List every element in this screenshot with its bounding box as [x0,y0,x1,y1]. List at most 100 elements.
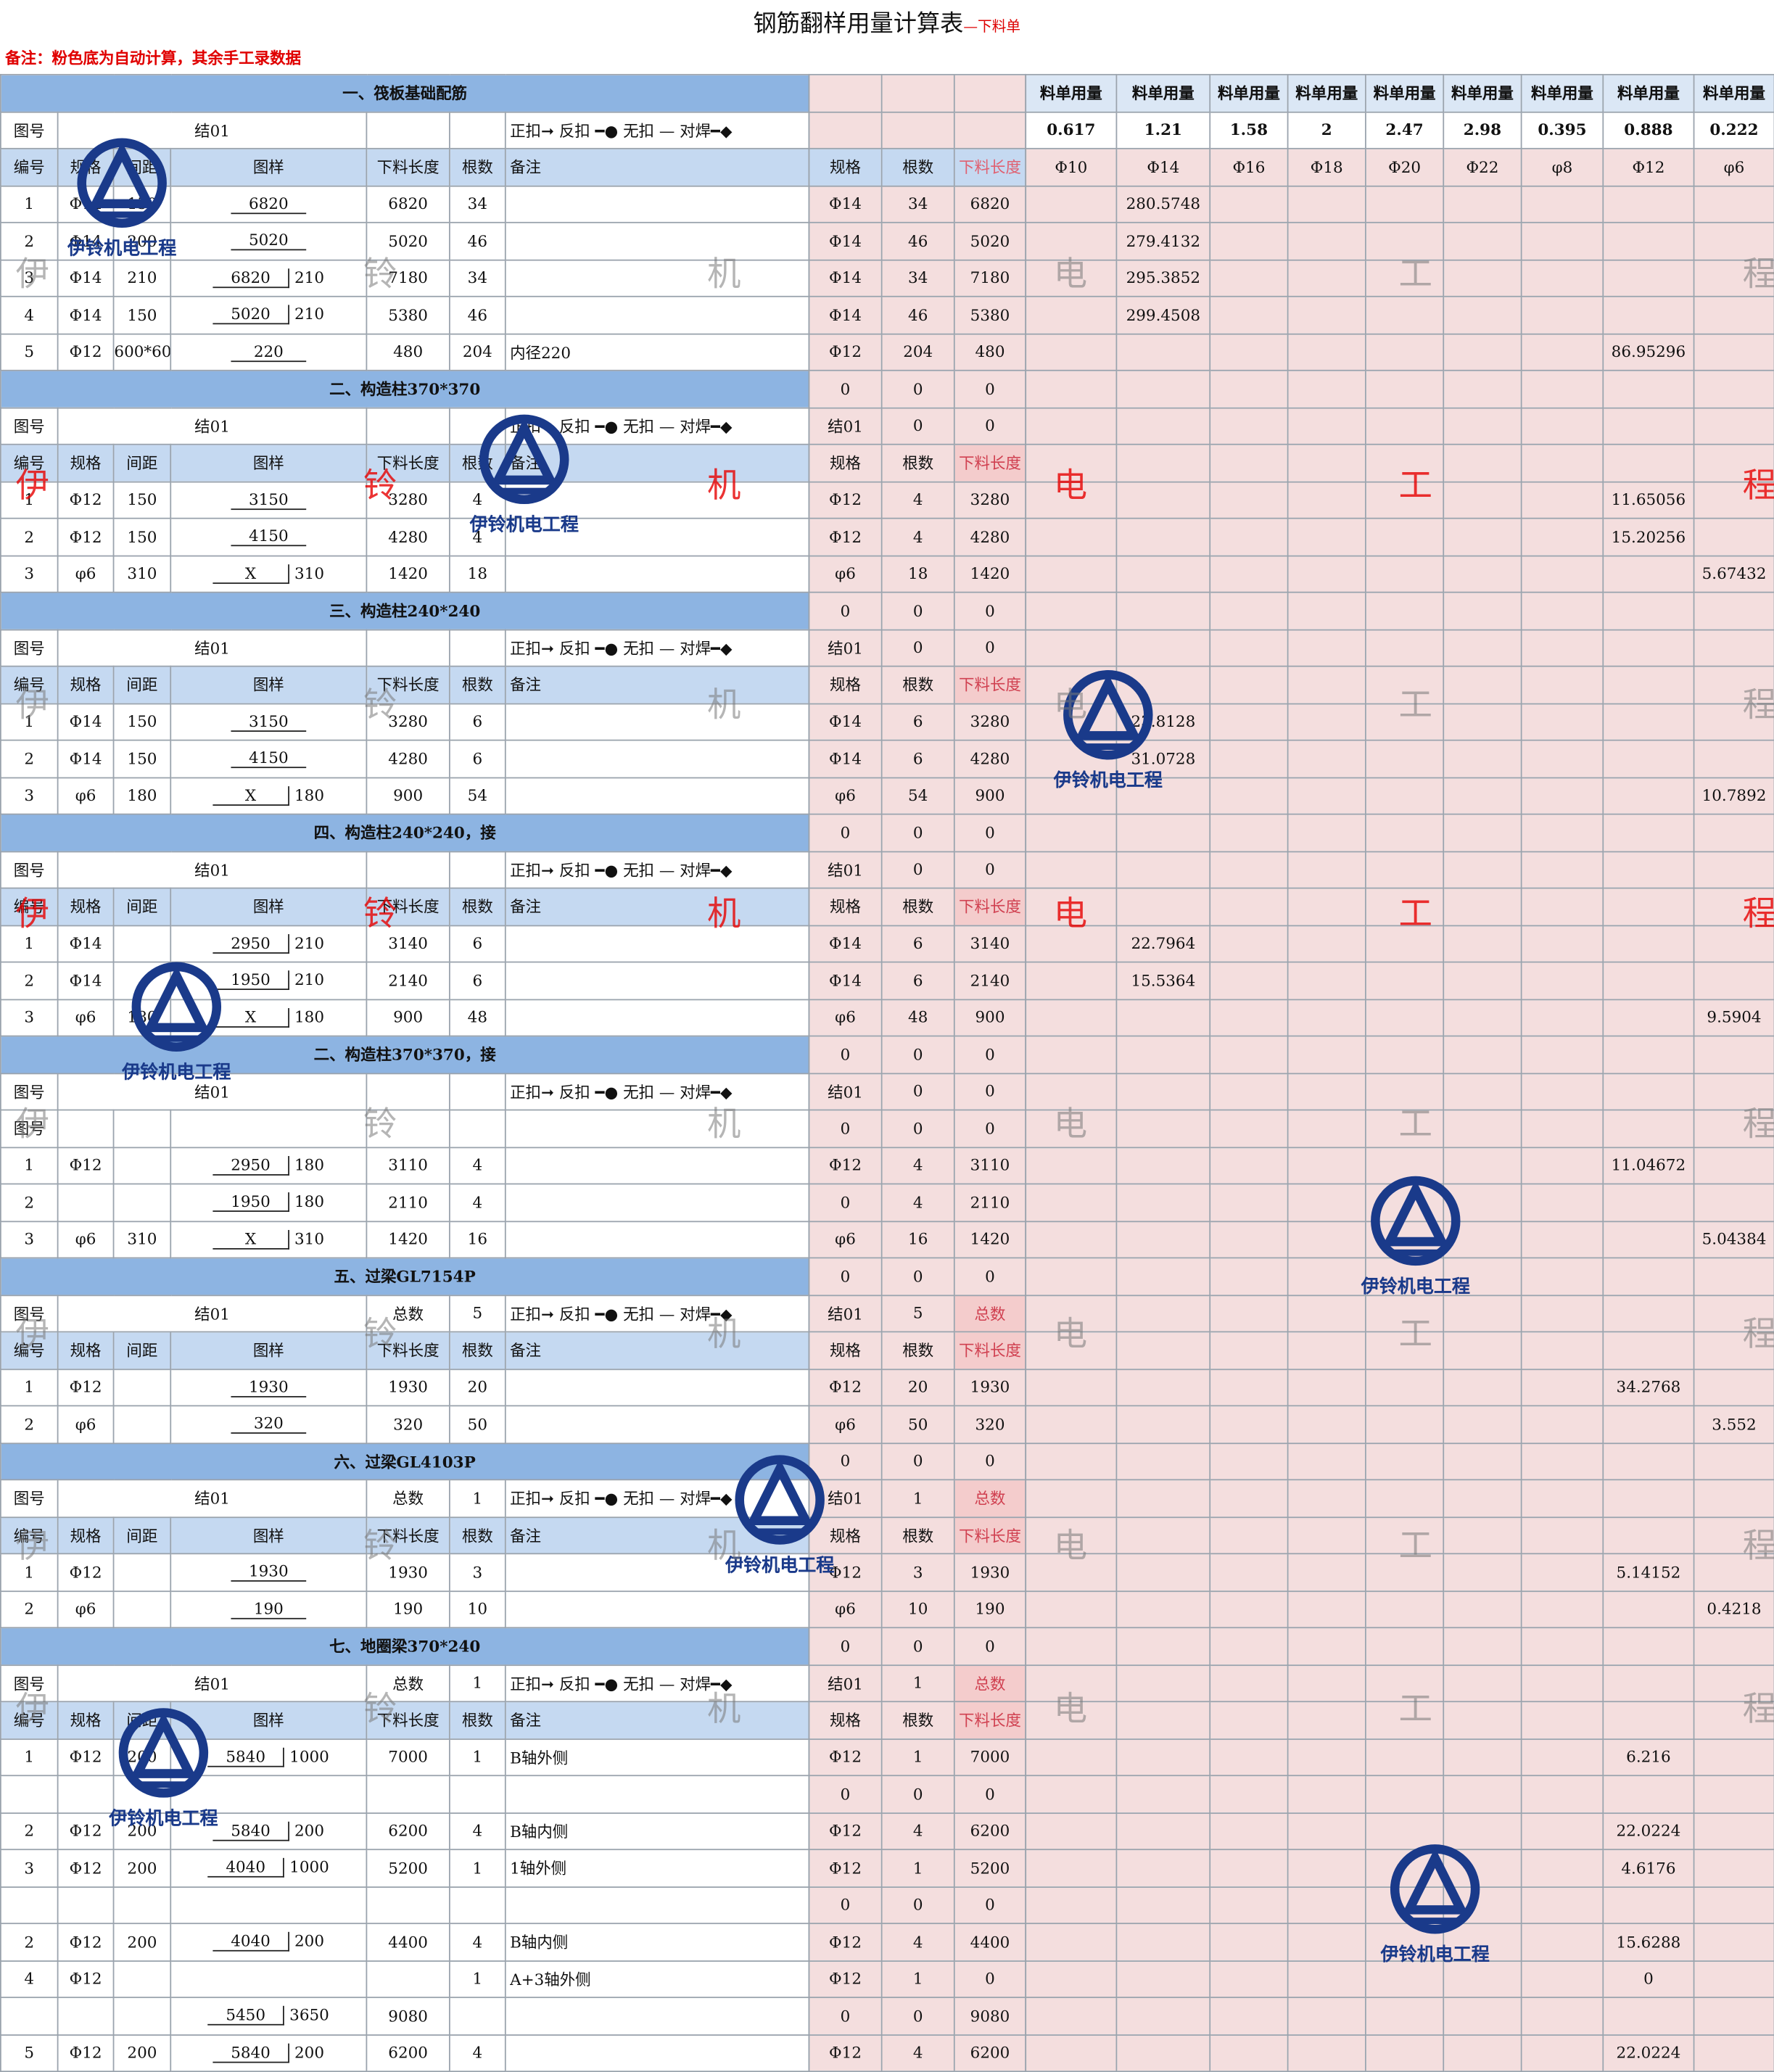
usage-row-1 [1115,1035,1211,1074]
mid-total-label: 总数 [953,1664,1027,1703]
column-header: 图样 [170,147,368,186]
row-count: 3 [448,1553,506,1592]
mid-header: 根数 [880,665,955,704]
mid-header: 根数 [880,1701,955,1740]
column-header: 备注 [504,665,810,704]
usage-row-0 [1025,1220,1118,1259]
usage-row-4 [1365,295,1445,334]
mid-count: 1 [880,1738,955,1777]
usage-row-6 [1520,591,1604,630]
mid-spec: Φ12 [808,517,883,556]
usage-row-1 [1115,1146,1211,1185]
row-shape: 1930 [170,1553,368,1592]
row-note [504,1553,810,1592]
mid-header: 规格 [808,443,883,482]
usage-row [1025,1997,1774,2036]
usage-row-5 [1443,221,1522,260]
row-length: 4400 [366,1923,450,1962]
row-shape: 5840 200 [170,1812,368,1851]
usage-row-6 [1520,517,1604,556]
usage-row-1: 280.5748 [1115,184,1211,223]
usage-row-0 [1025,998,1118,1037]
row-length: 190 [366,1590,450,1629]
usage-row-8 [1693,369,1774,408]
mid-data-row: φ6 54 900 [808,776,1027,815]
row-no: 2 [0,517,59,556]
drawing-no-label: 图号 [0,1109,59,1148]
usage-row: 0.4218 [1025,1590,1774,1629]
usage-row-1 [1115,517,1211,556]
usage-row-4 [1365,1479,1445,1518]
row-spec: Φ12 [57,2034,115,2072]
usage-row-6 [1520,1923,1604,1962]
blank [448,1109,506,1148]
usage-row-4 [1365,850,1445,889]
mid-data-row: 000 [808,1775,1027,1814]
usage-row-3 [1287,628,1366,667]
row-shape [170,1886,368,1925]
usage-row-5 [1443,1331,1522,1370]
usage-row-6 [1520,1590,1604,1629]
column-header-row: 编号 规格 间距 图样 下料长度 根数 备注 [0,1331,810,1370]
shape-right: 180 [289,1007,324,1026]
usage-row-5 [1443,184,1522,223]
drawing-no-value: 结01 [57,1072,368,1111]
mid-count: 50 [880,1405,955,1444]
mid-length: 0 [953,1775,1027,1814]
mid-count: 10 [880,1590,955,1629]
mid-data-row: Φ12 3 1930 [808,1553,1027,1592]
usage-row-3 [1287,2034,1366,2072]
usage-row-0 [1025,2034,1118,2072]
usage-row [1025,1627,1774,1666]
usage-header-3: 料单用量 [1287,73,1366,112]
row-length: 1930 [366,1553,450,1592]
drawing-no-row: 图号 结01 总数 5 正扣➞ 反扣 ━● 无扣 — 对焊━◆ [0,1294,810,1333]
row-spec: Φ14 [57,258,115,297]
row-note [504,1590,810,1629]
usage-row-7 [1602,369,1695,408]
row-note [504,998,810,1037]
data-row: 3 Φ12 200 4040 1000 5200 1 1轴外侧 [0,1849,810,1888]
mid-spec: Φ14 [808,258,883,297]
usage-row-8 [1693,2034,1774,2072]
usage-row-5 [1443,1442,1522,1481]
mid-header: 规格 [808,1516,883,1555]
column-header: 下料长度 [366,1701,450,1740]
usage-row-8 [1693,961,1774,1000]
mid-length: 1420 [953,554,1027,593]
usage-row-4 [1365,1442,1445,1481]
row-length: 900 [366,998,450,1037]
usage-row-2 [1209,1849,1289,1888]
usage-row-3 [1287,1553,1366,1592]
mid-total: 1 [880,1664,955,1703]
shape-right: 210 [289,268,324,286]
mid-header-row: 规格 根数 下料长度 [808,147,1027,186]
usage-row-8 [1693,1257,1774,1296]
mid-header: 规格 [808,147,883,186]
mid-spec: Φ14 [808,739,883,778]
usage-row-2 [1209,702,1289,741]
usage-row-2 [1209,517,1289,556]
usage-row-3 [1287,258,1366,297]
usage-row-3 [1287,1738,1366,1777]
usage-row-0 [1025,1294,1118,1333]
usage-row-4 [1365,406,1445,445]
row-count: 54 [448,776,506,815]
usage-row-4 [1365,1886,1445,1925]
usage-row [1025,1701,1774,1740]
row-length: 900 [366,776,450,815]
usage-row-2 [1209,813,1289,852]
usage-row: 5.04384 [1025,1220,1774,1259]
row-no: 3 [0,554,59,593]
row-spec: Φ14 [57,184,115,223]
mid-spec: Φ12 [808,1960,883,1999]
row-length [366,1960,450,1999]
usage-row-5 [1443,1849,1522,1888]
data-row: 2 φ6 320 320 50 [0,1405,810,1444]
usage-row-5 [1443,517,1522,556]
mid-zero: 0 [953,1627,1027,1666]
row-note: B轴外侧 [504,1738,810,1777]
column-header: 备注 [504,1331,810,1370]
usage-row-4 [1365,739,1445,778]
mid-drawing-row: 结01 1 总数 [808,1479,1027,1518]
